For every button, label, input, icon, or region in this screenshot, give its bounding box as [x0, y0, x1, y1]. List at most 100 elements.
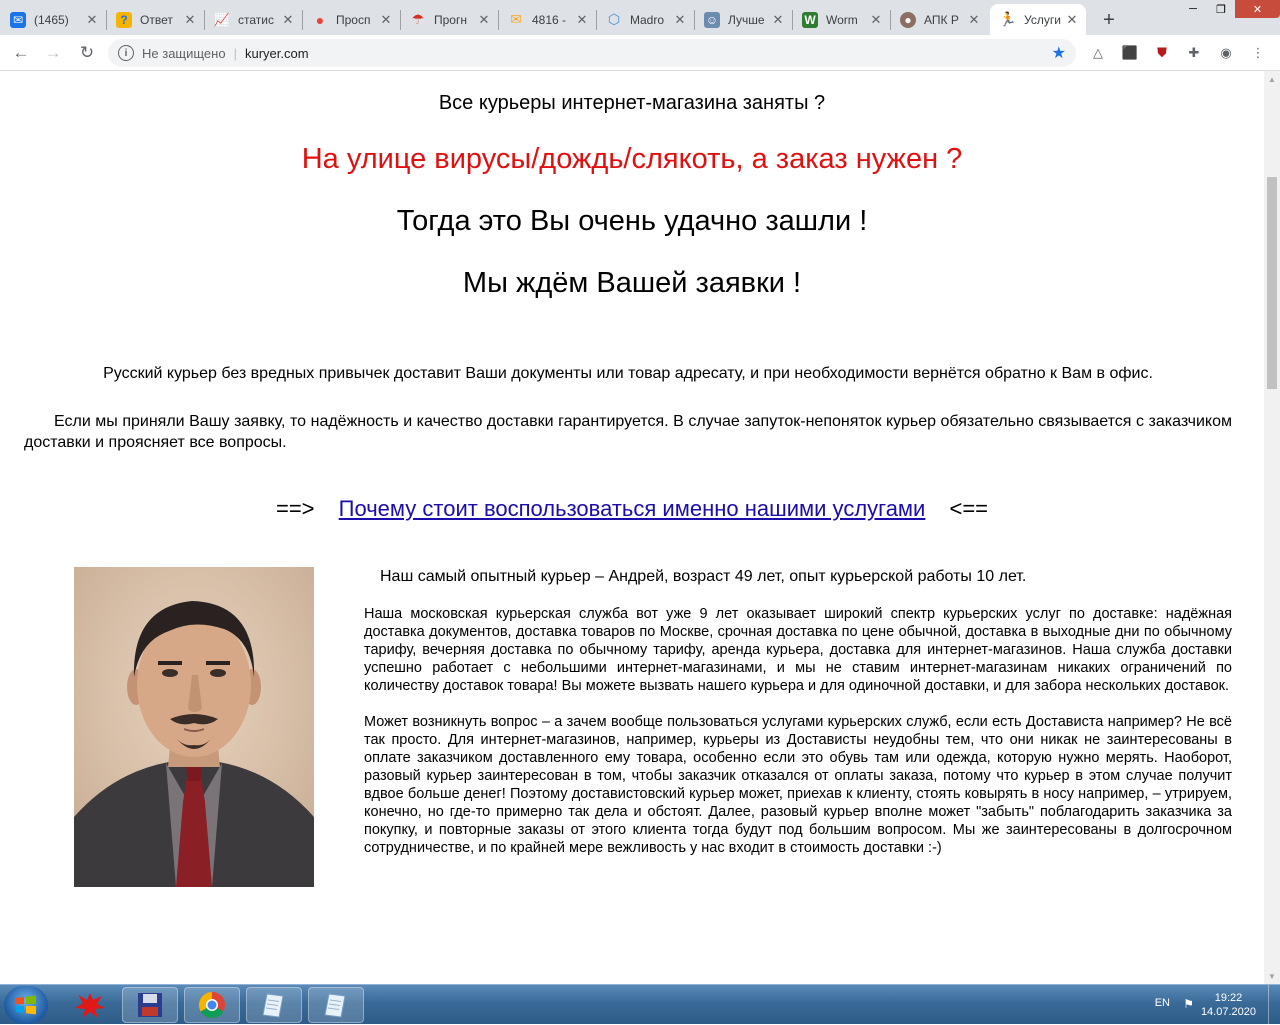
window-controls: ─ ❐ ✕ — [1179, 0, 1280, 20]
tab-title: Просп — [336, 12, 371, 27]
bookmark-star-icon[interactable]: ★ — [1052, 43, 1066, 63]
taskbar-app-chrome[interactable] — [184, 987, 240, 1023]
taskbar-app-notepad-1[interactable] — [246, 987, 302, 1023]
tab-4[interactable]: ● Просп ✕ — [302, 4, 400, 35]
runner-icon: 🏃 — [999, 11, 1017, 27]
chart-icon: 📈 — [213, 11, 231, 27]
notepad-icon — [262, 993, 284, 1018]
headline-red: На улице вирусы/дождь/слякоть, а заказ н… — [301, 143, 963, 175]
arrow-prefix: ==> — [275, 496, 315, 521]
tab-7[interactable]: ⬡ Madro ✕ — [596, 4, 694, 35]
floppy-disk-icon — [138, 993, 162, 1017]
new-tab-button[interactable]: + — [1096, 7, 1122, 33]
clock-date: 14.07.2020 — [1200, 1006, 1256, 1018]
close-window-icon[interactable]: ✕ — [1235, 0, 1280, 18]
back-arrow-icon[interactable]: ← — [8, 40, 34, 66]
close-tab-icon[interactable]: ✕ — [966, 12, 982, 28]
profile-icon[interactable]: ◉ — [1216, 43, 1236, 63]
close-tab-icon[interactable]: ✕ — [280, 12, 296, 28]
tab-title: статис — [238, 12, 274, 27]
reload-icon[interactable]: ↻ — [74, 40, 100, 66]
cube-icon: ⬡ — [607, 11, 621, 27]
worm-icon: W — [802, 11, 818, 28]
taskbar-app-floppy[interactable] — [122, 987, 178, 1023]
taskbar-app-notepad-2[interactable] — [308, 987, 364, 1023]
notepad-icon — [324, 993, 346, 1018]
arrow-suffix: <== — [949, 496, 989, 521]
red-splat-icon — [75, 993, 105, 1018]
avatar-icon: ● — [900, 11, 916, 28]
taskbar-app-splat[interactable] — [62, 987, 118, 1023]
scroll-up-icon[interactable]: ▲ — [1264, 71, 1280, 87]
tab-title: Лучше — [728, 12, 765, 27]
forward-arrow-icon[interactable]: → — [40, 40, 66, 66]
intro-paragraph: Русский курьер без вредных привычек дост… — [103, 365, 1153, 382]
envelope-icon: ✉ — [510, 11, 522, 27]
tab-3[interactable]: 📈 статис ✕ — [204, 4, 302, 35]
headline-call-to-action: Мы ждём Вашей заявки ! — [462, 267, 802, 299]
why-us-link[interactable]: Почему стоит воспользоваться именно наши… — [339, 496, 926, 521]
info-icon[interactable]: i — [118, 45, 134, 61]
menu-dots-icon[interactable]: ⋮ — [1248, 43, 1268, 63]
why-us-line: ==> Почему стоит воспользоваться именно … — [0, 496, 1264, 522]
close-tab-icon[interactable]: ✕ — [84, 12, 100, 28]
tab-title: Ответ — [140, 12, 173, 27]
page-content: Все курьеры интернет-магазина заняты ? Н… — [0, 71, 1264, 984]
question-icon: ? — [116, 11, 132, 28]
page-scrollbar[interactable]: ▲ ▼ — [1264, 71, 1280, 984]
triangle-extension-icon[interactable]: △ — [1088, 43, 1108, 63]
maximize-icon[interactable]: ❐ — [1207, 0, 1235, 18]
language-indicator[interactable]: EN — [1155, 997, 1170, 1009]
tab-11-active[interactable]: 🏃 Услуги ✕ — [990, 4, 1086, 35]
minimize-icon[interactable]: ─ — [1179, 0, 1207, 18]
clock[interactable]: 19:22 14.07.2020 — [1201, 991, 1256, 1019]
show-desktop-button[interactable] — [1268, 985, 1280, 1025]
action-center-flag-icon[interactable]: ⚑ — [1183, 997, 1194, 1011]
url-text[interactable]: kuryer.com — [245, 46, 309, 61]
headline-question: Все курьеры интернет-магазина заняты ? — [438, 92, 826, 114]
tab-title: (1465) — [34, 12, 69, 27]
tab-9[interactable]: W Worm ✕ — [792, 4, 890, 35]
close-tab-icon[interactable]: ✕ — [672, 12, 688, 28]
scroll-thumb[interactable] — [1267, 177, 1277, 389]
close-tab-icon[interactable]: ✕ — [868, 12, 884, 28]
courier-photo — [74, 567, 314, 887]
tab-2[interactable]: ? Ответ ✕ — [106, 4, 204, 35]
tab-8[interactable]: ☺ Лучше ✕ — [694, 4, 792, 35]
close-tab-icon[interactable]: ✕ — [1064, 12, 1080, 28]
guarantee-paragraph: Если мы приняли Вашу заявку, то надёжнос… — [24, 413, 1232, 451]
tab-10[interactable]: ● АПК Р ✕ — [890, 4, 988, 35]
comparison-paragraph: Может возникнуть вопрос – а зачем вообще… — [364, 714, 1232, 856]
address-bar[interactable]: i Не защищено | kuryer.com ★ — [108, 39, 1076, 67]
tab-title: 4816 - — [532, 12, 567, 27]
map-pin-icon: ● — [315, 11, 325, 28]
close-tab-icon[interactable]: ✕ — [574, 12, 590, 28]
taskbar: EN ⚑ 19:22 14.07.2020 — [0, 984, 1280, 1025]
puzzle-icon[interactable]: ✚ — [1184, 43, 1204, 63]
mail-icon: ✉ — [10, 11, 26, 28]
chrome-icon — [198, 991, 225, 1019]
tab-strip: ✉ (1465) ✕ ? Ответ ✕ 📈 статис ✕ ● Просп … — [0, 0, 1280, 35]
umbrella-icon: ☂ — [411, 11, 425, 27]
tab-title: Madro — [630, 12, 665, 27]
headline-welcome: Тогда это Вы очень удачно зашли ! — [396, 205, 868, 237]
clock-time: 19:22 — [1214, 992, 1243, 1004]
tab-6[interactable]: ✉ 4816 - ✕ — [498, 4, 596, 35]
close-tab-icon[interactable]: ✕ — [770, 12, 786, 28]
services-text: Наша московская курьерская служба вот уж… — [364, 605, 1232, 875]
tab-5[interactable]: ☂ Прогн ✕ — [400, 4, 498, 35]
close-tab-icon[interactable]: ✕ — [378, 12, 394, 28]
tab-1[interactable]: ✉ (1465) ✕ — [0, 4, 106, 35]
security-label: Не защищено — [142, 45, 226, 61]
site-icon: ☺ — [704, 11, 720, 28]
tab-title: Worm — [826, 12, 858, 27]
close-tab-icon[interactable]: ✕ — [182, 12, 198, 28]
browser-toolbar: ← → ↻ i Не защищено | kuryer.com ★ △ ⬛ ⛊… — [0, 35, 1280, 71]
ublock-icon[interactable]: ⛊ — [1152, 43, 1172, 63]
services-paragraph: Наша московская курьерская служба вот уж… — [364, 606, 1232, 694]
close-tab-icon[interactable]: ✕ — [476, 12, 492, 28]
pdf-extension-icon[interactable]: ⬛ — [1120, 43, 1140, 63]
scroll-down-icon[interactable]: ▼ — [1264, 968, 1280, 984]
start-button[interactable] — [4, 986, 48, 1024]
photo-caption: Наш самый опытный курьер – Андрей, возра… — [380, 568, 1027, 585]
